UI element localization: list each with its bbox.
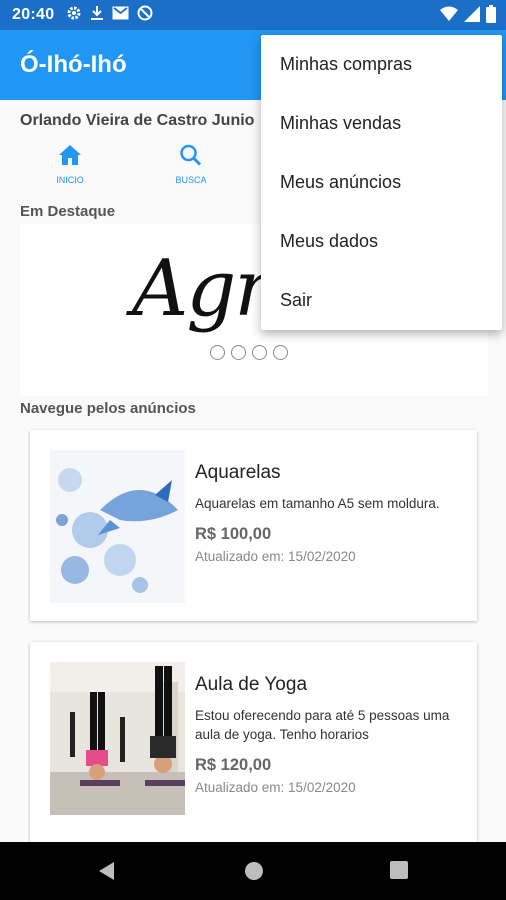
listing-price: R$ 120,00 (195, 756, 272, 774)
tab-inicio-label: INICIO (56, 175, 84, 185)
listing-updated: Atualizado em: 15/02/2020 (195, 549, 356, 564)
listing-price: R$ 100,00 (195, 525, 272, 543)
listing-image-watercolor (50, 450, 185, 603)
home-button-icon[interactable] (244, 861, 264, 886)
settings-icon (66, 5, 82, 26)
carousel-dot[interactable] (210, 345, 225, 360)
wifi-icon (440, 6, 458, 27)
signal-icon (464, 6, 480, 27)
menu-item-meus-anuncios[interactable]: Meus anúncios (261, 153, 502, 212)
listing-image-yoga (50, 662, 185, 815)
back-icon[interactable] (97, 861, 115, 886)
listing-description: Estou oferecendo para até 5 pessoas uma … (195, 708, 450, 742)
recents-icon[interactable] (390, 861, 408, 884)
status-time: 20:40 (12, 6, 55, 23)
featured-section-title: Em Destaque (20, 203, 116, 220)
listing-title: Aquarelas (195, 462, 281, 483)
carousel-dot[interactable] (273, 345, 288, 360)
menu-item-sair[interactable]: Sair (261, 271, 502, 330)
gmail-icon (112, 6, 129, 25)
listing-card[interactable]: Aquarelas Aquarelas em tamanho A5 sem mo… (30, 430, 477, 621)
user-name: Orlando Vieira de Castro Junio (20, 112, 255, 129)
search-icon (179, 144, 203, 171)
carousel-dots (210, 345, 288, 360)
browse-section-title: Navegue pelos anúncios (20, 400, 196, 417)
tab-inicio[interactable]: INICIO (25, 144, 115, 192)
tab-busca-label: BUSCA (175, 175, 207, 185)
system-nav-bar (0, 842, 506, 900)
overflow-menu: Minhas compras Minhas vendas Meus anúnci… (261, 35, 502, 330)
status-bar: 20:40 (0, 0, 506, 30)
carousel-dot[interactable] (231, 345, 246, 360)
dnd-icon (137, 5, 153, 26)
download-icon (90, 5, 104, 26)
listing-title: Aula de Yoga (195, 674, 308, 695)
tab-busca[interactable]: BUSCA (146, 144, 236, 192)
home-icon (58, 144, 82, 171)
menu-item-minhas-compras[interactable]: Minhas compras (261, 35, 502, 94)
menu-item-minhas-vendas[interactable]: Minhas vendas (261, 94, 502, 153)
listing-updated: Atualizado em: 15/02/2020 (195, 780, 356, 795)
listing-card[interactable]: Aula de Yoga Estou oferecendo para até 5… (30, 642, 477, 842)
carousel-dot[interactable] (252, 345, 267, 360)
battery-icon (486, 5, 496, 28)
listing-description: Aquarelas em tamanho A5 sem moldura. (195, 496, 440, 511)
menu-item-meus-dados[interactable]: Meus dados (261, 212, 502, 271)
app-title: Ó-Ihó-Ihó (20, 51, 127, 78)
